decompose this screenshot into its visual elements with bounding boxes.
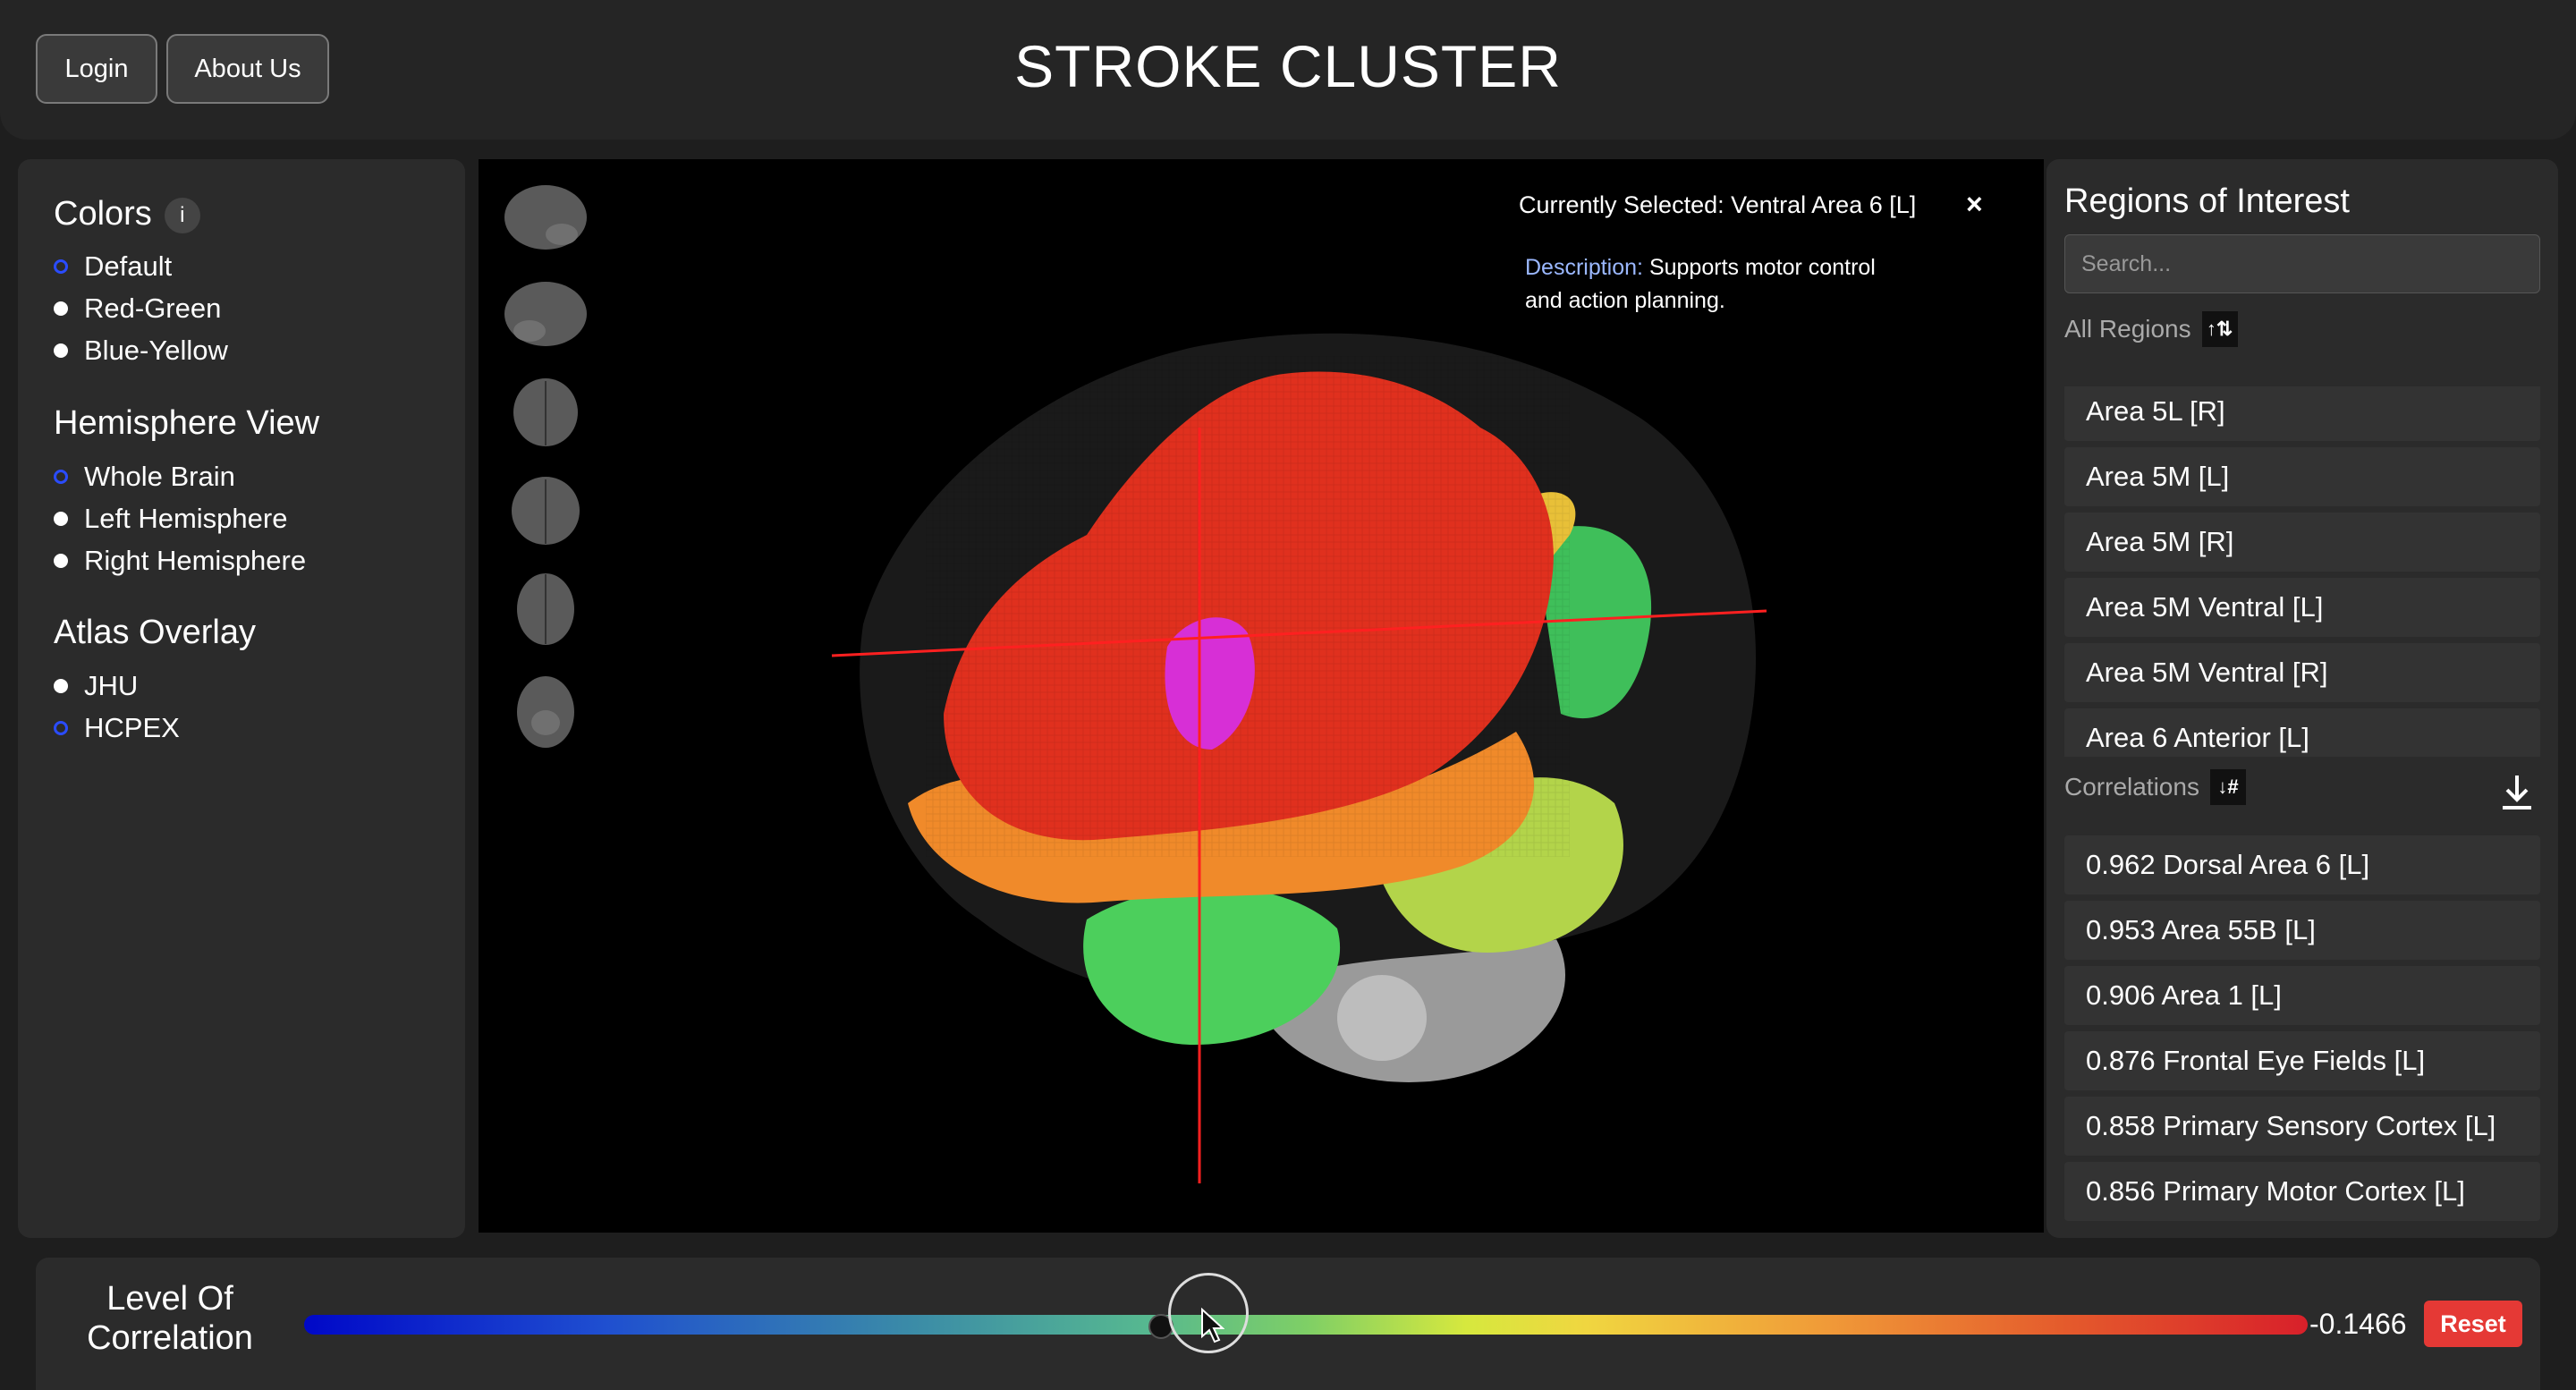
hemisphere-option-right[interactable]: Right Hemisphere (54, 545, 306, 577)
region-item[interactable]: Area 5M [R] (2064, 513, 2540, 572)
correlation-item[interactable]: 0.953 Area 55B [L] (2064, 901, 2540, 960)
level-label-line-2: Correlation (87, 1319, 253, 1357)
regions-title: Regions of Interest (2064, 182, 2350, 220)
radio-icon (54, 343, 68, 358)
page-title: STROKE CLUSTER (1014, 33, 1562, 99)
level-of-correlation-label: Level Of Correlation (80, 1279, 259, 1358)
color-option-red-green[interactable]: Red-Green (54, 292, 221, 325)
region-search-input[interactable] (2064, 234, 2540, 293)
correlation-bar: Level Of Correlation -0.1466 Reset (36, 1258, 2540, 1390)
atlas-title: Atlas Overlay (54, 614, 256, 651)
radio-icon (54, 554, 68, 568)
color-option-blue-yellow[interactable]: Blue-Yellow (54, 335, 228, 367)
region-item[interactable]: Area 5M [L] (2064, 447, 2540, 506)
option-label: Default (84, 250, 173, 282)
settings-panel: Colors i Default Red-Green Blue-Yellow He… (18, 159, 465, 1238)
region-item[interactable]: Area 5L [R] (2064, 386, 2540, 441)
correlation-item[interactable]: 0.876 Frontal Eye Fields [L] (2064, 1031, 2540, 1090)
sort-numeric-icon[interactable]: ↓# (2209, 769, 2246, 805)
sort-alpha-icon[interactable]: ↑⇅ (2201, 311, 2238, 347)
brain-render (831, 333, 1767, 1183)
option-label: Red-Green (84, 292, 222, 324)
correlations-list[interactable]: 0.962 Dorsal Area 6 [L] 0.953 Area 55B [… (2064, 835, 2540, 1233)
radio-selected-icon (54, 259, 68, 274)
atlas-option-hcpex[interactable]: HCPEX (54, 712, 180, 744)
region-item[interactable]: Area 5M Ventral [R] (2064, 643, 2540, 702)
correlation-item[interactable]: 0.856 Primary Motor Cortex [L] (2064, 1162, 2540, 1221)
radio-icon (54, 679, 68, 693)
option-label: JHU (84, 670, 139, 701)
download-icon[interactable] (2499, 772, 2535, 813)
reset-button[interactable]: Reset (2424, 1301, 2522, 1347)
correlations-header: Correlations ↓# (2064, 769, 2246, 805)
region-item[interactable]: Area 5M Ventral [L] (2064, 578, 2540, 637)
radio-icon (54, 512, 68, 526)
colors-title: Colors (54, 195, 152, 233)
info-icon[interactable]: i (164, 197, 200, 233)
regions-panel: Regions of Interest All Regions ↑⇅ Area … (2046, 159, 2558, 1238)
correlation-item[interactable]: 0.858 Primary Sensory Cortex [L] (2064, 1097, 2540, 1156)
option-label: Right Hemisphere (84, 545, 307, 576)
atlas-option-jhu[interactable]: JHU (54, 670, 138, 702)
correlation-item[interactable]: 0.906 Area 1 [L] (2064, 966, 2540, 1025)
radio-selected-icon (54, 470, 68, 484)
mouse-cursor-icon (1201, 1308, 1225, 1343)
radio-icon (54, 301, 68, 316)
colors-section: Colors i (54, 195, 200, 233)
hemisphere-option-whole-brain[interactable]: Whole Brain (54, 461, 235, 493)
radio-selected-icon (54, 721, 68, 735)
correlation-slider-track[interactable] (304, 1315, 2308, 1335)
correlation-item[interactable]: 0.962 Dorsal Area 6 [L] (2064, 835, 2540, 894)
correlations-label: Correlations (2064, 773, 2199, 801)
all-regions-header: All Regions ↑⇅ (2064, 311, 2238, 347)
all-regions-label: All Regions (2064, 315, 2191, 343)
option-label: Blue-Yellow (84, 335, 228, 366)
correlation-value: -0.1466 (2309, 1308, 2407, 1340)
color-option-default[interactable]: Default (54, 250, 172, 283)
hemisphere-title: Hemisphere View (54, 404, 320, 442)
hemisphere-option-left[interactable]: Left Hemisphere (54, 503, 287, 535)
option-label: Left Hemisphere (84, 503, 288, 534)
app-header: Login About Us STROKE CLUSTER (0, 0, 2576, 140)
brain-viewer[interactable]: Currently Selected: Ventral Area 6 [L] ×… (479, 159, 2044, 1233)
option-label: Whole Brain (84, 461, 235, 492)
option-label: HCPEX (84, 712, 180, 743)
level-label-line-1: Level Of (106, 1280, 233, 1318)
